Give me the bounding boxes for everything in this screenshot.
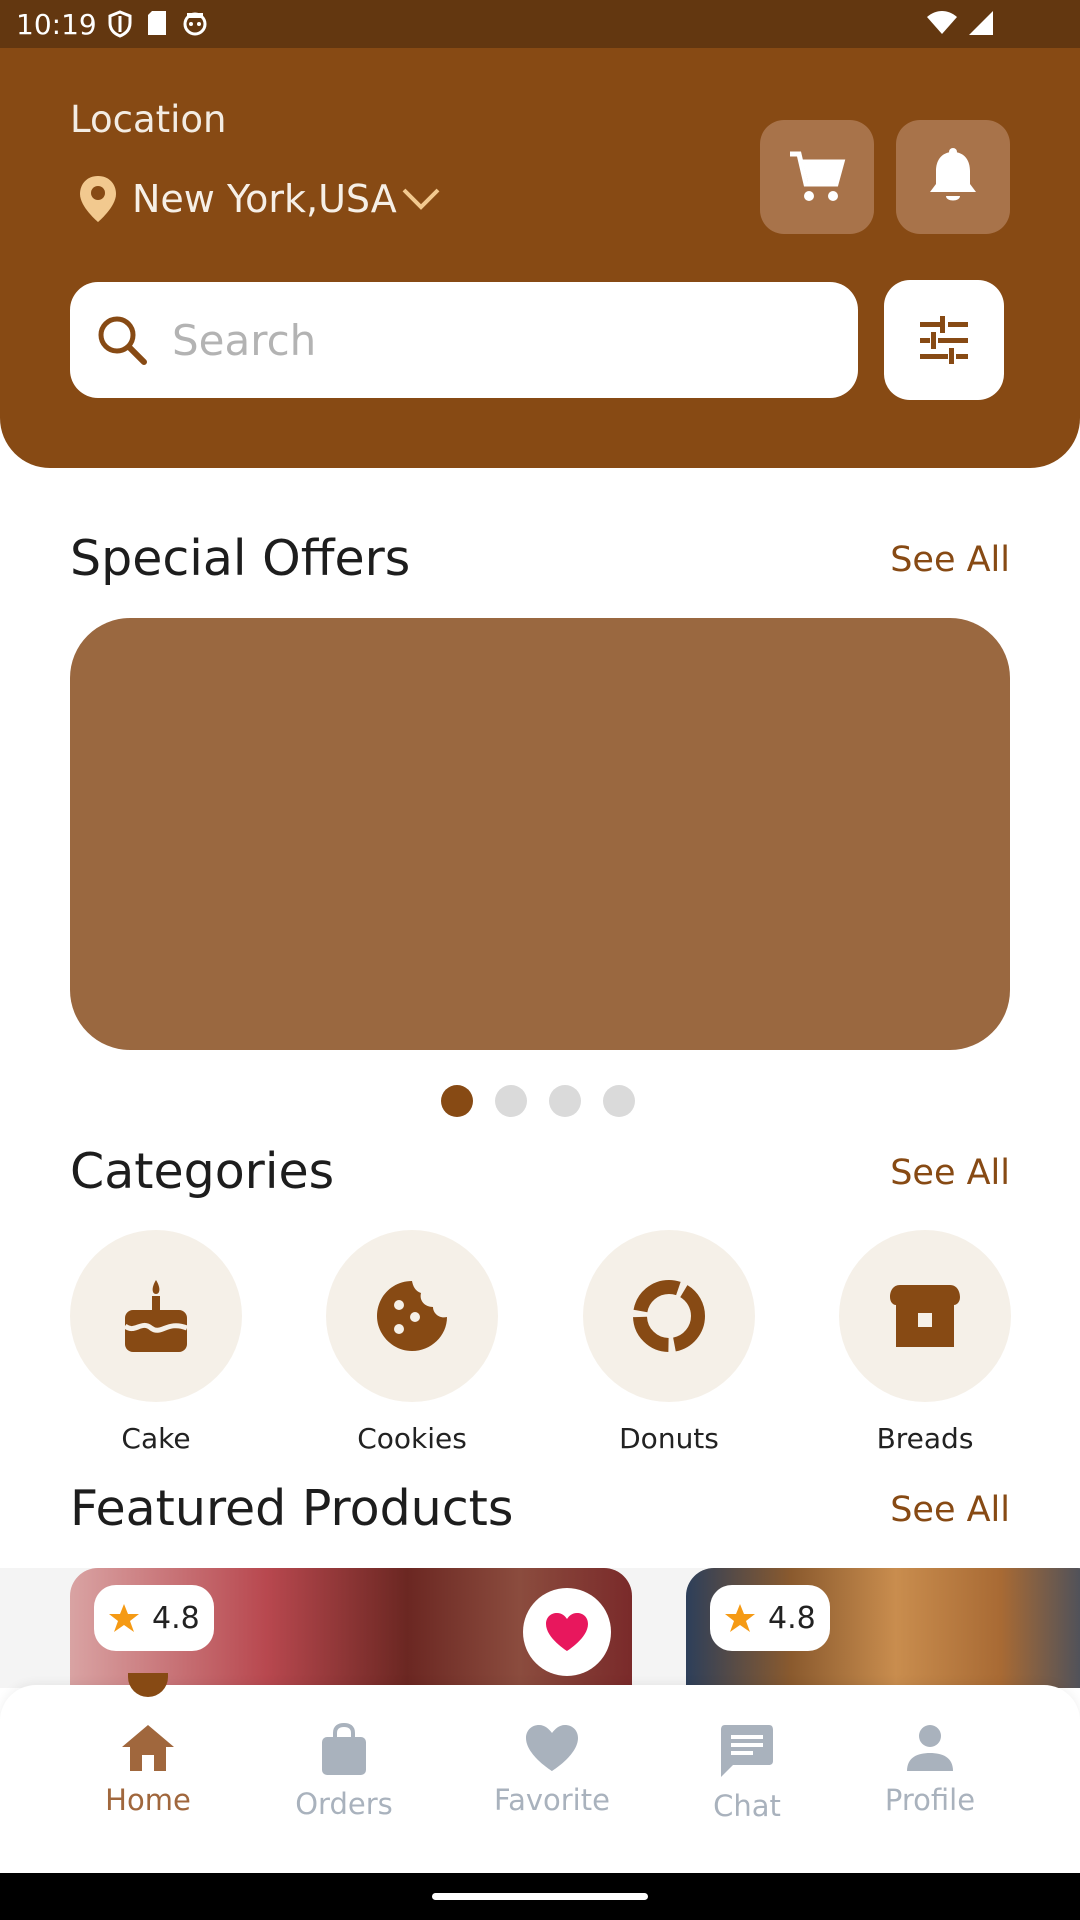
search-icon (98, 316, 147, 365)
star-icon (109, 1604, 139, 1632)
special-offers-see-all[interactable]: See All (890, 540, 1010, 580)
bell-icon (930, 148, 976, 201)
search-input[interactable] (172, 315, 772, 365)
rating-value: 4.8 (768, 1600, 816, 1636)
status-bar: 10:19 (0, 0, 1080, 48)
product-card[interactable]: 4.8 (70, 1568, 632, 1688)
carousel-dot[interactable] (441, 1085, 473, 1117)
cake-icon (123, 1280, 188, 1352)
filter-sliders-icon (920, 316, 968, 364)
category-label: Cake (121, 1422, 191, 1455)
featured-products-list: 4.8 4.8 (0, 1568, 1080, 1688)
category-breads[interactable]: Breads (839, 1230, 1011, 1455)
shield-icon (108, 10, 132, 38)
categories-see-all[interactable]: See All (890, 1153, 1010, 1193)
carousel-dot[interactable] (495, 1085, 527, 1117)
chevron-down-icon (402, 188, 440, 210)
status-time: 10:19 (16, 8, 97, 41)
status-notification-icons (108, 10, 208, 38)
header: Location New York,USA (0, 48, 1080, 468)
category-label: Breads (876, 1422, 974, 1455)
categories-title: Categories (70, 1143, 335, 1200)
category-label: Donuts (619, 1422, 719, 1455)
home-icon (122, 1725, 174, 1771)
carousel-dots (441, 1085, 635, 1117)
nav-label: Chat (713, 1789, 781, 1823)
notifications-button[interactable] (896, 120, 1010, 234)
heart-icon (546, 1613, 588, 1651)
system-gesture-bar (0, 1873, 1080, 1920)
signal-icon (969, 11, 993, 35)
bottom-navigation: Home Orders Favorite Chat Profile (0, 1673, 1080, 1873)
featured-products-see-all[interactable]: See All (890, 1490, 1010, 1530)
cart-icon (790, 151, 846, 201)
location-pin-icon (80, 176, 116, 222)
home-gesture-handle[interactable] (432, 1893, 648, 1900)
category-donuts[interactable]: Donuts (583, 1230, 755, 1455)
nav-label: Orders (295, 1787, 393, 1821)
sd-card-icon (148, 11, 166, 35)
nav-profile[interactable]: Profile (850, 1723, 1010, 1817)
star-icon (725, 1604, 755, 1632)
carousel-dot[interactable] (549, 1085, 581, 1117)
nav-home[interactable]: Home (68, 1723, 228, 1817)
wifi-icon (927, 11, 957, 34)
cart-button[interactable] (760, 120, 874, 234)
nav-label: Profile (884, 1783, 976, 1817)
category-cookies[interactable]: Cookies (326, 1230, 498, 1455)
nav-orders[interactable]: Orders (264, 1723, 424, 1821)
carousel-dot[interactable] (603, 1085, 635, 1117)
shopping-bag-icon (322, 1723, 366, 1775)
featured-products-title: Featured Products (70, 1480, 514, 1537)
search-bar (70, 282, 858, 398)
special-offers-title: Special Offers (70, 530, 411, 587)
person-icon (907, 1725, 953, 1771)
product-card[interactable]: 4.8 (686, 1568, 1080, 1688)
filter-button[interactable] (884, 280, 1004, 400)
favorite-button[interactable] (523, 1588, 611, 1676)
chat-icon (721, 1725, 773, 1777)
heart-icon (526, 1725, 578, 1771)
rating-badge: 4.8 (94, 1585, 214, 1651)
status-system-icons (926, 10, 994, 36)
location-value: New York,USA (132, 177, 397, 221)
bread-icon (890, 1285, 960, 1347)
donut-icon (633, 1280, 705, 1352)
nav-label: Favorite (494, 1783, 610, 1817)
offer-banner[interactable] (70, 618, 1010, 1050)
app-face-icon (183, 12, 207, 36)
category-cake[interactable]: Cake (70, 1230, 242, 1455)
rating-badge: 4.8 (710, 1585, 830, 1651)
nav-chat[interactable]: Chat (667, 1723, 827, 1823)
nav-favorite[interactable]: Favorite (472, 1723, 632, 1817)
cookie-icon (377, 1281, 447, 1351)
rating-value: 4.8 (152, 1600, 200, 1636)
category-label: Cookies (357, 1422, 467, 1455)
active-tab-indicator (128, 1673, 168, 1697)
location-selector[interactable]: New York,USA (78, 174, 441, 224)
location-label: Location (70, 98, 227, 141)
nav-label: Home (105, 1783, 191, 1817)
